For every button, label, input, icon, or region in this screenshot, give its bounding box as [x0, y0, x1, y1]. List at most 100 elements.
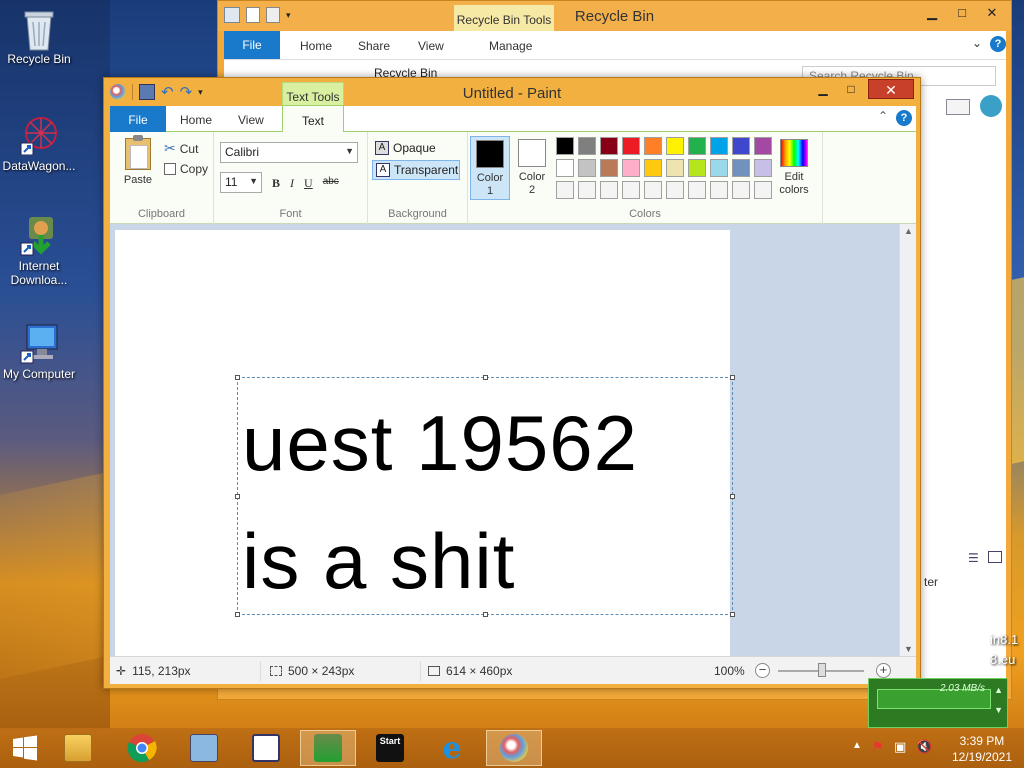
preview-pane-icon[interactable]	[946, 99, 970, 115]
edit-colors-button[interactable]: Edit colors	[774, 136, 814, 197]
palette-swatch[interactable]	[600, 137, 618, 155]
font-size-select[interactable]: 11 ▼	[220, 172, 262, 193]
tab-home[interactable]: Home	[180, 113, 212, 127]
palette-swatch[interactable]	[732, 137, 750, 155]
cut-button[interactable]: ✂ Cut	[164, 140, 198, 157]
palette-swatch[interactable]	[754, 159, 772, 177]
palette-swatch[interactable]	[710, 159, 728, 177]
scroll-down-icon[interactable]: ▼	[994, 705, 1003, 715]
zoom-in-button[interactable]: +	[876, 663, 891, 678]
paste-button[interactable]: Paste	[118, 135, 158, 186]
palette-swatch[interactable]	[644, 137, 662, 155]
desktop-icon-my-computer[interactable]: My Computer	[0, 323, 81, 381]
palette-swatch[interactable]	[688, 159, 706, 177]
tab-view[interactable]: View	[418, 39, 444, 53]
palette-swatch[interactable]	[688, 181, 706, 199]
desktop-icon-recycle-bin[interactable]: Recycle Bin	[0, 8, 81, 66]
font-family-select[interactable]: Calibri ▼	[220, 142, 358, 163]
italic-button[interactable]: I	[290, 176, 294, 191]
resize-handle[interactable]	[235, 375, 240, 380]
close-button[interactable]: ✕	[868, 79, 914, 99]
palette-swatch[interactable]	[600, 159, 618, 177]
palette-swatch[interactable]	[666, 159, 684, 177]
text-line-1[interactable]: uest 19562	[242, 404, 638, 482]
recycle-bin-titlebar[interactable]: ▾ Recycle Bin Tools Recycle Bin ▁ □ ✕	[218, 1, 1011, 31]
network-icon[interactable]: ▣	[894, 739, 906, 755]
tab-manage[interactable]: Manage	[489, 39, 532, 53]
tab-file[interactable]: File	[110, 106, 166, 132]
resize-handle[interactable]	[730, 375, 735, 380]
tab-file[interactable]: File	[224, 31, 280, 59]
zoom-slider-thumb[interactable]	[818, 663, 826, 677]
collapse-ribbon-icon[interactable]: ⌃	[878, 109, 888, 123]
strikethrough-button[interactable]: abc	[323, 176, 339, 191]
close-button[interactable]: ✕	[977, 3, 1007, 23]
palette-swatch[interactable]	[622, 181, 640, 199]
help-icon[interactable]: ?	[990, 36, 1006, 52]
resize-handle[interactable]	[235, 494, 240, 499]
desktop-icon-datawagon[interactable]: DataWagon...	[0, 115, 81, 173]
color-1-button[interactable]: Color 1	[470, 136, 510, 200]
palette-swatch[interactable]	[556, 159, 574, 177]
palette-swatch[interactable]	[666, 181, 684, 199]
resize-handle[interactable]	[730, 612, 735, 617]
vertical-scrollbar[interactable]: ▲ ▼	[899, 224, 916, 656]
bold-button[interactable]: B	[272, 176, 280, 191]
palette-swatch[interactable]	[732, 181, 750, 199]
palette-swatch[interactable]	[644, 159, 662, 177]
resize-handle[interactable]	[483, 612, 488, 617]
tab-share[interactable]: Share	[358, 39, 390, 53]
palette-swatch[interactable]	[710, 137, 728, 155]
taskbar-file-explorer[interactable]	[50, 730, 106, 766]
taskbar-paint[interactable]	[486, 730, 542, 766]
taskbar-control-panel[interactable]	[176, 730, 232, 766]
restore-icon[interactable]	[980, 95, 1002, 117]
desktop-icon-internet-download-manager[interactable]: Internet Downloa...	[0, 215, 81, 287]
resize-handle[interactable]	[730, 494, 735, 499]
palette-swatch[interactable]	[578, 137, 596, 155]
tab-home[interactable]: Home	[300, 39, 332, 53]
network-speed-widget[interactable]: 2.03 MB/s ▲ ▼	[868, 678, 1008, 728]
paint-titlebar[interactable]: ↶ ↷ ▾ Text Tools Untitled - Paint ▁ □ ✕	[104, 78, 920, 110]
palette-swatch[interactable]	[710, 181, 728, 199]
windows-start-button[interactable]	[0, 730, 50, 766]
maximize-button[interactable]: □	[947, 3, 977, 23]
large-icons-view-icon[interactable]	[988, 551, 1002, 563]
resize-handle[interactable]	[235, 612, 240, 617]
help-icon[interactable]: ?	[896, 110, 912, 126]
taskbar-chrome[interactable]	[114, 730, 170, 766]
palette-swatch[interactable]	[666, 137, 684, 155]
taskbar-internet-download-manager[interactable]	[300, 730, 356, 766]
tab-text[interactable]: Text	[282, 105, 344, 133]
ribbon-expand-icon[interactable]: ⌄	[972, 36, 982, 50]
scroll-down-icon[interactable]: ▼	[904, 644, 913, 654]
palette-swatch[interactable]	[754, 137, 772, 155]
show-hidden-icons-icon[interactable]: ▲	[852, 740, 862, 751]
palette-swatch[interactable]	[556, 137, 574, 155]
minimize-button[interactable]: ▁	[810, 79, 836, 99]
taskbar-start-app[interactable]: Start	[362, 730, 418, 766]
opaque-button[interactable]: A Opaque	[372, 138, 460, 158]
palette-swatch[interactable]	[578, 181, 596, 199]
palette-swatch[interactable]	[644, 181, 662, 199]
palette-swatch[interactable]	[688, 137, 706, 155]
palette-swatch[interactable]	[578, 159, 596, 177]
resize-handle[interactable]	[483, 375, 488, 380]
palette-swatch[interactable]	[556, 181, 574, 199]
details-view-icon[interactable]: ☰	[968, 551, 979, 565]
minimize-button[interactable]: ▁	[917, 3, 947, 23]
transparent-button[interactable]: A Transparent	[372, 160, 460, 180]
palette-swatch[interactable]	[754, 181, 772, 199]
palette-swatch[interactable]	[622, 159, 640, 177]
text-box[interactable]: uest 19562 is a shit	[235, 375, 735, 617]
clock[interactable]: 3:39 PM 12/19/2021	[952, 733, 1012, 765]
maximize-button[interactable]: □	[838, 79, 864, 99]
action-center-flag-icon[interactable]: ⚑	[872, 739, 884, 755]
underline-button[interactable]: U	[304, 176, 313, 191]
taskbar-window-app[interactable]	[238, 730, 294, 766]
palette-swatch[interactable]	[600, 181, 618, 199]
palette-swatch[interactable]	[622, 137, 640, 155]
palette-swatch[interactable]	[732, 159, 750, 177]
copy-button[interactable]: Copy	[164, 162, 208, 176]
tab-view[interactable]: View	[238, 113, 264, 127]
